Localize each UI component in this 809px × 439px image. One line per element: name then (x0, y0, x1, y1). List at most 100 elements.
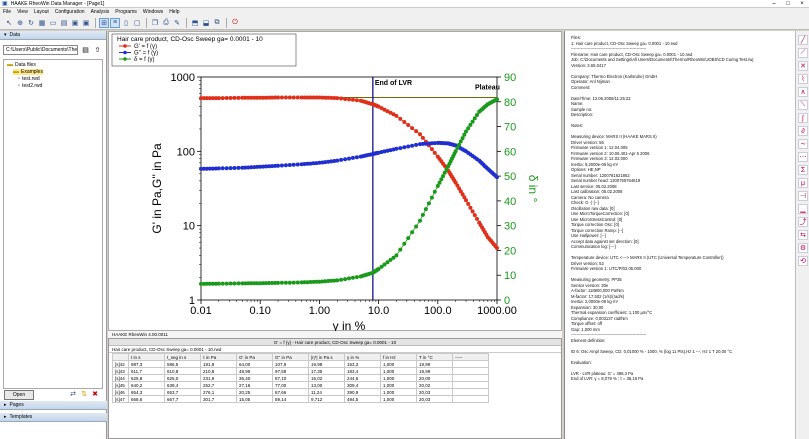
data-point[interactable] (335, 158, 340, 163)
table-header-cell[interactable] (112, 353, 129, 361)
data-point[interactable] (394, 113, 399, 118)
table-header-cell[interactable]: f in Hz (380, 353, 417, 361)
menu-configuration[interactable]: Configuration (55, 9, 85, 15)
data-point[interactable] (429, 147, 434, 152)
data-panel-header[interactable]: ▾ Data (0, 31, 106, 40)
data-point[interactable] (220, 96, 225, 101)
data-point[interactable] (291, 280, 296, 285)
data-point[interactable] (220, 166, 225, 171)
table-header-cell[interactable]: τ in Pa (200, 353, 237, 361)
data-point[interactable] (472, 213, 477, 218)
data-point[interactable] (276, 280, 280, 285)
integral-icon[interactable]: ∫ (798, 113, 808, 123)
data-point[interactable] (287, 163, 292, 167)
data-point[interactable] (432, 189, 437, 194)
data-point[interactable] (339, 96, 344, 101)
statistics-icon[interactable]: Σ (798, 165, 808, 175)
data-point[interactable] (236, 281, 241, 286)
data-point[interactable] (283, 280, 288, 285)
data-point[interactable] (220, 281, 225, 286)
cursor-icon[interactable]: ↖ (4, 18, 14, 28)
open-button[interactable]: Open (4, 390, 34, 400)
gear-icon[interactable]: ⚙ (798, 243, 808, 253)
yield-point-icon[interactable]: ⌇ (798, 74, 808, 84)
data-point[interactable] (343, 97, 348, 101)
table-row[interactable]: [s]46 654,3 653,7 276,1 20,25 67,66 11,24 390,9… (112, 388, 489, 396)
data-point[interactable] (350, 275, 355, 280)
new-document-icon[interactable]: ▭ (48, 18, 58, 28)
plateau-icon[interactable]: ▁ (798, 204, 808, 214)
print-icon[interactable]: ⎙ (161, 18, 171, 28)
data-point[interactable] (420, 135, 425, 140)
data-point[interactable] (339, 277, 344, 282)
peak-icon[interactable]: ∧ (798, 87, 808, 97)
table-icon[interactable]: ▦ (37, 18, 47, 28)
cascade-icon[interactable]: ⧉ (212, 18, 222, 28)
data-point[interactable] (279, 95, 284, 100)
table-header-cell[interactable]: |η*| in Pa s (308, 353, 345, 361)
data-point[interactable] (236, 165, 241, 170)
menu-analysis[interactable]: Analysis (91, 9, 110, 15)
table-row[interactable]: [s]45 640,2 639,4 252,7 27,16 77,00 13,00 309,4… (112, 381, 489, 389)
smooth-icon[interactable]: ∼ (798, 139, 808, 149)
close-button[interactable]: × (795, 0, 809, 8)
minimize-button[interactable]: – (767, 0, 781, 8)
tree-item-test[interactable]: ▫ test.rwd (18, 76, 40, 82)
data-point[interactable] (216, 281, 221, 286)
data-point[interactable] (295, 95, 300, 100)
tree-item-data-files[interactable]: ▬ Data files (7, 62, 36, 68)
text-icon[interactable]: ≡ (110, 17, 120, 28)
data-point[interactable] (216, 166, 221, 171)
data-point[interactable] (410, 230, 415, 235)
master-curve-icon[interactable]: ⤴ (798, 217, 808, 227)
path-input[interactable]: C:\Users\Public\Documents\Thermo\ (3, 45, 78, 55)
import-icon[interactable]: ⇄ (68, 389, 78, 399)
crossover-icon[interactable]: ✕ (798, 61, 808, 71)
exit-icon[interactable]: ⏻ (230, 18, 240, 28)
data-point[interactable] (432, 150, 437, 155)
table-header-cell[interactable]: T in °C (416, 353, 453, 361)
delete-icon[interactable]: ✖ (90, 389, 100, 399)
edit-icon[interactable]: ✎ (172, 18, 182, 28)
data-point[interactable] (276, 95, 280, 100)
menu-file[interactable]: File (3, 9, 11, 15)
data-point[interactable] (394, 253, 399, 258)
table-row[interactable]: [s]42 987,3 586,5 191,9 64,00 107,9 19,98 153,3… (112, 360, 489, 368)
data-point[interactable] (279, 163, 284, 168)
zoom-icon[interactable]: ⊕ (15, 18, 25, 28)
data-point[interactable] (354, 98, 359, 103)
data-point[interactable] (426, 201, 431, 206)
data-point[interactable] (406, 123, 411, 127)
data-point[interactable] (295, 162, 300, 167)
data-point[interactable] (470, 119, 475, 124)
data-point[interactable] (224, 281, 229, 286)
graph-icon[interactable]: ⊞ (99, 17, 109, 28)
data-point[interactable] (398, 247, 403, 252)
data-point[interactable] (495, 97, 499, 102)
data-point[interactable] (402, 241, 407, 246)
data-point[interactable] (283, 163, 288, 168)
data-point[interactable] (414, 224, 419, 229)
data-point[interactable] (354, 155, 359, 160)
data-point[interactable] (418, 218, 422, 223)
refresh-icon[interactable]: ↻ (26, 18, 36, 28)
table-header-cell[interactable]: G' in Pa (236, 353, 273, 361)
data-point[interactable] (402, 145, 407, 150)
tree-item-test2[interactable]: ▫ test2.rwd (18, 83, 42, 89)
data-point[interactable] (350, 155, 355, 160)
data-point[interactable] (464, 198, 468, 203)
data-point[interactable] (495, 246, 499, 251)
data-point[interactable] (468, 205, 473, 210)
table-row[interactable]: [s]44 625,8 625,0 231,9 36,40 87,10 15,02 244,6… (112, 374, 489, 382)
data-point[interactable] (232, 95, 237, 100)
data-point[interactable] (343, 277, 348, 282)
table-header-cell[interactable]: G'' in Pa (272, 353, 309, 361)
tile-horizontal-icon[interactable]: ⬒ (190, 18, 200, 28)
save-icon[interactable]: ▣ (70, 18, 80, 28)
data-point[interactable] (475, 113, 479, 117)
up-folder-icon[interactable]: ⇧ (92, 44, 103, 55)
data-point[interactable] (418, 132, 422, 137)
data-point[interactable] (339, 157, 344, 162)
data-point[interactable] (406, 144, 411, 149)
data-point[interactable] (420, 212, 425, 217)
